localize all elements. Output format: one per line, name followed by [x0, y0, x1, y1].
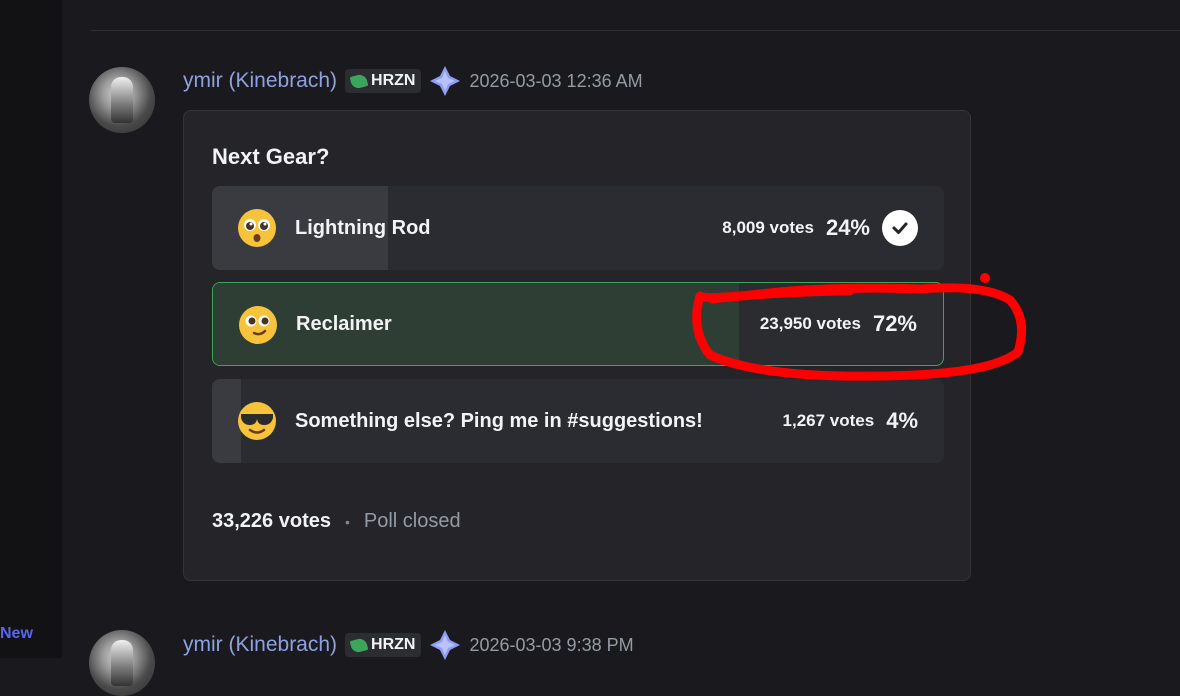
poll-answer[interactable]: Lightning Rod 8,009 votes 24%: [212, 186, 944, 270]
message-divider: [90, 30, 1180, 31]
poll-answer-votes: 23,950 votes: [759, 314, 861, 333]
poll-answer-votes: 8,009 votes: [722, 218, 814, 237]
guild-tag[interactable]: HRZN: [345, 69, 422, 93]
poll-card: Next Gear? Lightning Rod 8,009 votes 24%…: [183, 110, 971, 581]
timestamp: 2026-03-03 9:38 PM: [469, 634, 634, 655]
separator-dot: •: [344, 513, 350, 530]
poll-answer-label: Something else? Ping me in #suggestions!: [295, 409, 703, 432]
poll-status: Poll closed: [363, 510, 461, 532]
pleading-face-icon: [238, 209, 276, 247]
nitro-diamond-icon[interactable]: [429, 629, 461, 661]
poll-answer-label: Lightning Rod: [295, 216, 431, 239]
vote-fill-bar: [213, 283, 739, 365]
leaf-icon: [349, 72, 369, 90]
poll-answer-percent: 72%: [872, 311, 917, 336]
poll-answer-percent: 24%: [825, 215, 870, 240]
guild-tag-label: HRZN: [371, 636, 416, 653]
poll-answer-winner[interactable]: Reclaimer 23,950 votes 72%: [212, 282, 944, 366]
sunglasses-face-icon: [238, 402, 276, 440]
message-header: ymir (Kinebrach) HRZN 2026-03-03 9:38 PM: [183, 630, 634, 660]
avatar[interactable]: [89, 630, 155, 696]
poll-answer-label: Reclaimer: [296, 312, 392, 335]
timestamp: 2026-03-03 12:36 AM: [469, 70, 643, 91]
new-messages-indicator[interactable]: New: [0, 625, 33, 643]
poll-question: Next Gear?: [212, 144, 330, 169]
username[interactable]: ymir (Kinebrach): [183, 633, 337, 657]
avatar[interactable]: [89, 67, 155, 133]
poll-answer-votes: 1,267 votes: [782, 411, 875, 430]
poll-answer-percent: 4%: [886, 408, 918, 433]
username[interactable]: ymir (Kinebrach): [183, 69, 337, 93]
guild-tag-label: HRZN: [371, 72, 416, 89]
server-sidebar: [0, 0, 62, 658]
poll-total-votes[interactable]: 33,226 votes: [212, 510, 331, 533]
guild-tag[interactable]: HRZN: [345, 633, 422, 657]
smiling-face-icon: [239, 306, 277, 344]
nitro-diamond-icon[interactable]: [429, 65, 461, 97]
poll-answer[interactable]: Something else? Ping me in #suggestions!…: [212, 379, 944, 463]
message-header: ymir (Kinebrach) HRZN 2026-03-03 12:36 A…: [183, 66, 643, 96]
leaf-icon: [349, 636, 369, 654]
poll-footer: 33,226 votes • Poll closed: [212, 510, 461, 533]
check-icon: [882, 210, 918, 246]
